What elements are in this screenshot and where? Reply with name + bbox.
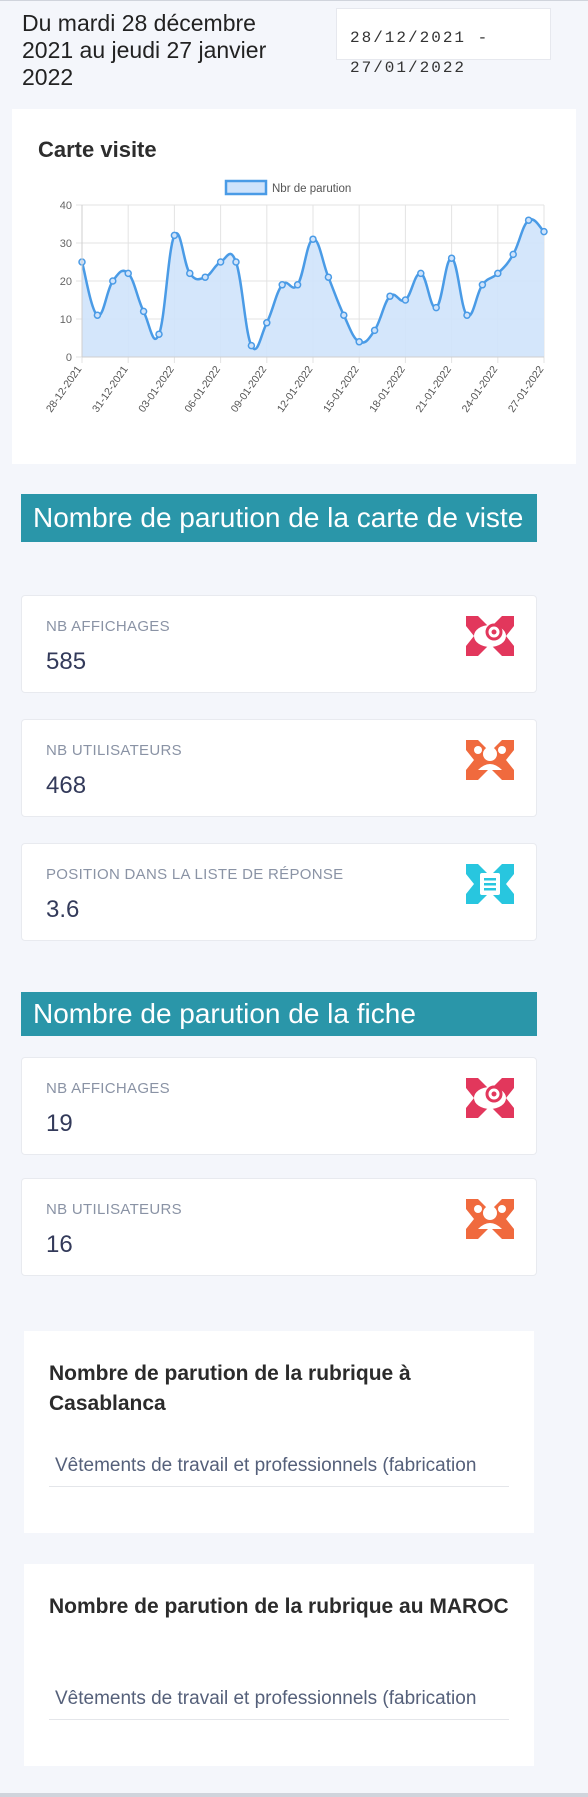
visits-chart: 01020304028-12-2021 31-12-2021 03-01-2022 0… bbox=[44, 179, 548, 415]
data-point bbox=[124, 269, 132, 278]
y-tick-label: 40 bbox=[60, 200, 72, 212]
data-point bbox=[139, 307, 148, 316]
data-point bbox=[355, 338, 363, 346]
data-point bbox=[494, 269, 502, 278]
top-border bbox=[0, 0, 588, 1]
data-point bbox=[293, 281, 302, 289]
x-tick-label: 24-01-2022 bbox=[460, 364, 501, 415]
x-tick-label: 15-01-2022 bbox=[321, 364, 362, 415]
stat-card-affichages: NB AFFICHAGES 585 bbox=[21, 595, 537, 693]
x-tick-label: 12-01-2022 bbox=[275, 364, 316, 415]
page-title: Du mardi 28 décembre 2021 au jeudi 27 ja… bbox=[22, 10, 267, 90]
data-point bbox=[340, 311, 348, 319]
stat-label: NB UTILISATEURS bbox=[46, 742, 182, 759]
data-point bbox=[201, 273, 209, 281]
stat-value: 19 bbox=[46, 1110, 73, 1137]
data-point bbox=[401, 296, 410, 304]
users-icon bbox=[466, 1199, 514, 1239]
users-icon bbox=[466, 740, 514, 780]
rubrique-casablanca-title: Nombre de parution de la rubrique à Casa… bbox=[49, 1362, 411, 1415]
x-tick-label: 21-01-2022 bbox=[413, 364, 454, 415]
rubrique-maroc-title: Nombre de parution de la rubrique au MAR… bbox=[49, 1595, 509, 1618]
y-tick-label: 0 bbox=[66, 352, 72, 364]
stat-card-utilisateurs: NB UTILISATEURS 468 bbox=[21, 719, 537, 817]
legend-swatch bbox=[224, 179, 268, 196]
stat-card-fiche-utilisateurs: NB UTILISATEURS 16 bbox=[21, 1178, 537, 1276]
data-point bbox=[432, 303, 440, 312]
data-point bbox=[417, 269, 425, 278]
list-icon bbox=[466, 864, 514, 904]
x-tick-label: 03-01-2022 bbox=[136, 364, 177, 415]
date-range-picker[interactable]: 28/12/2021 - 27/01/2022 bbox=[336, 8, 551, 77]
stat-value: 3.6 bbox=[46, 896, 80, 923]
stat-label: NB UTILISATEURS bbox=[46, 1201, 182, 1218]
data-point bbox=[463, 311, 471, 319]
y-tick-label: 10 bbox=[60, 314, 72, 326]
x-tick-label: 06-01-2022 bbox=[182, 364, 223, 415]
data-point bbox=[170, 231, 179, 240]
eye-icon bbox=[466, 1078, 514, 1118]
data-point bbox=[232, 258, 240, 266]
y-tick-label: 20 bbox=[60, 276, 72, 288]
data-point bbox=[524, 216, 533, 224]
fiche-section-title: Nombre de parution de la fiche bbox=[21, 992, 537, 1036]
eye-icon bbox=[466, 616, 514, 656]
data-point bbox=[509, 250, 517, 259]
stat-label: NB AFFICHAGES bbox=[46, 1080, 170, 1097]
stat-value: 16 bbox=[46, 1231, 73, 1258]
data-point bbox=[93, 311, 102, 319]
x-tick-label: 09-01-2022 bbox=[229, 364, 270, 415]
data-point bbox=[186, 269, 194, 278]
stat-label: NB AFFICHAGES bbox=[46, 618, 170, 635]
x-tick-label: 27-01-2022 bbox=[506, 364, 547, 415]
rubrique-maroc-select[interactable]: Vêtements de travail et professionnels (… bbox=[49, 1682, 509, 1720]
stat-card-position: POSITION DANS LA LISTE DE RÉPONSE 3.6 bbox=[21, 843, 537, 941]
data-point bbox=[278, 281, 286, 289]
date-range-start: 28/12/2021 - bbox=[350, 29, 490, 47]
data-point bbox=[386, 292, 394, 300]
stat-card-fiche-affichages: NB AFFICHAGES 19 bbox=[21, 1057, 537, 1155]
rubrique-casablanca-card: Nombre de parution de la rubrique à Casa… bbox=[24, 1331, 534, 1533]
x-tick-label: 28-12-2021 bbox=[44, 364, 85, 415]
stat-value: 585 bbox=[46, 648, 87, 675]
x-tick-label: 18-01-2022 bbox=[367, 364, 408, 415]
data-point bbox=[309, 235, 317, 243]
stat-value: 468 bbox=[46, 772, 87, 799]
data-point bbox=[247, 341, 256, 350]
x-tick-label: 31-12-2021 bbox=[90, 364, 131, 415]
data-point bbox=[447, 254, 456, 262]
data-point bbox=[109, 277, 117, 285]
chart-card: Carte visite 0 10 20 30 40 28-12-2021 31-12-20… bbox=[12, 109, 576, 464]
card-section-title: Nombre de parution de la carte de viste bbox=[21, 494, 537, 542]
stat-label: POSITION DANS LA LISTE DE RÉPONSE bbox=[46, 866, 344, 883]
legend-label: Nbr de parution bbox=[272, 183, 351, 195]
date-range-end: 27/01/2022 bbox=[350, 59, 467, 77]
data-point bbox=[324, 273, 333, 281]
data-point bbox=[216, 258, 225, 266]
y-tick-label: 30 bbox=[60, 238, 72, 250]
rubrique-maroc-card: Nombre de parution de la rubrique au MAR… bbox=[24, 1564, 534, 1766]
data-point bbox=[478, 281, 487, 289]
rubrique-casablanca-select[interactable]: Vêtements de travail et professionnels (… bbox=[49, 1449, 509, 1487]
bottom-border bbox=[0, 1793, 588, 1797]
data-point bbox=[263, 319, 271, 327]
data-point bbox=[540, 227, 548, 236]
data-point bbox=[370, 326, 379, 335]
data-point bbox=[155, 330, 163, 338]
